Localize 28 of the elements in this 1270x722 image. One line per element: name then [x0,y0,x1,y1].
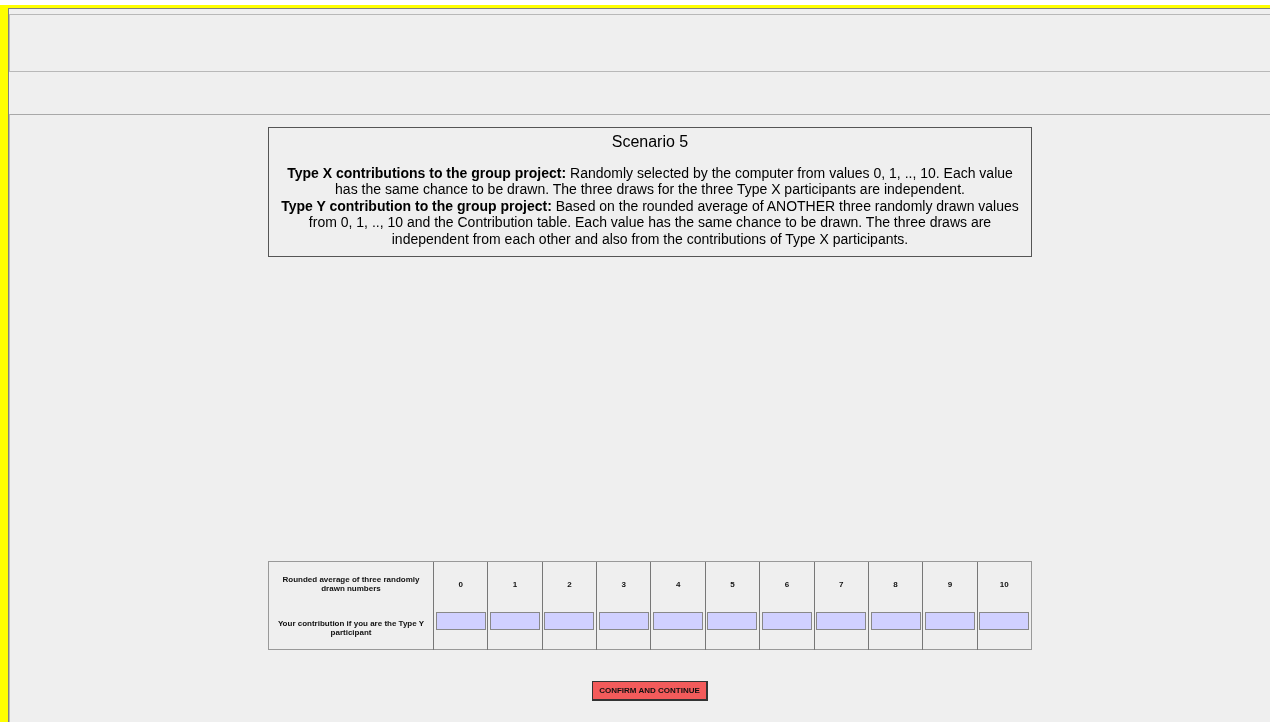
scenario-title: Scenario 5 [610,134,690,151]
table-cell: 6 [759,562,814,606]
table-cell: 10 [976,562,1031,606]
contribution-input[interactable] [979,612,1030,630]
contribution-input[interactable] [653,612,704,630]
scenario-paragraph: Type X contributions to the group project: Randomly selected by the computer from values 0, 1, .., 10. Each value has the same chance to be drawn. The three draws for the three Type X participants are independent. [286,164,1014,198]
contribution-input[interactable] [490,612,541,630]
contribution-input[interactable] [870,612,921,630]
table-cell: 2 [541,562,597,606]
scenario-paragraph: Type Y contribution to the group project: Based on the rounded average of ANOTHER three randomly drawn values from 0, 1, .., 10 and the Contribution table. Each value has the same chance to be drawn. The three draws are independent from each other and also from the contributions of Type X participants. [280,197,1020,247]
contribution-input[interactable] [544,612,595,630]
table-cell: 0 [433,562,488,606]
contribution-input[interactable] [707,612,758,630]
row-label: Rounded average of three randomly drawn numbers [281,574,421,595]
table-cell: 4 [650,562,705,606]
contribution-input[interactable] [816,612,867,630]
table-cell: 9 [922,562,977,606]
contribution-input[interactable] [924,612,975,630]
table-cell: 7 [813,562,868,606]
table-cell: 5 [704,562,760,606]
table-cell: 1 [487,562,542,606]
table-cell: 8 [867,562,923,606]
contribution-input[interactable] [761,612,812,630]
confirm-button[interactable]: CONFIRM AND CONTINUE [592,681,708,701]
contribution-input[interactable] [598,612,649,630]
row-label: Your contribution if you are the Type Y participant [276,618,426,639]
table-cell: 3 [596,562,651,606]
contribution-input[interactable] [435,612,486,630]
